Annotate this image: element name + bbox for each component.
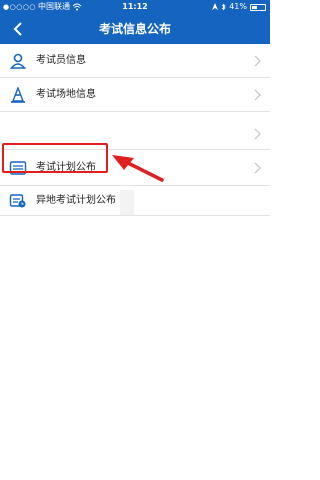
list-item-label: 异地考试计划公布 <box>36 195 116 206</box>
chevron-right-icon <box>254 162 261 174</box>
list-item-label: 考试员信息 <box>36 55 86 66</box>
app-header: ●○○○○ 中国联通 11:12 41% 考试信息公布 <box>0 0 270 44</box>
chevron-right-icon <box>254 89 261 101</box>
status-bar: ●○○○○ 中国联通 11:12 41% <box>0 0 270 14</box>
chevron-right-icon <box>254 55 261 67</box>
menu-list: 考试员信息 考试场地信息 考试计划公布 异地考试计划公布 <box>0 44 270 216</box>
battery-icon <box>250 3 266 11</box>
nav-bar: 考试信息公布 <box>0 14 270 44</box>
person-icon <box>9 53 27 69</box>
bluetooth-icon <box>221 3 226 11</box>
highlight-annotation-box <box>2 143 108 173</box>
list-item-venue-info[interactable]: 考试场地信息 <box>0 78 270 112</box>
calendar-remote-icon <box>9 194 26 208</box>
list-item-examiner-info[interactable]: 考试员信息 <box>0 44 270 78</box>
chevron-right-icon <box>254 128 261 140</box>
list-item-remote-exam-plan[interactable]: 异地考试计划公布 <box>0 186 270 216</box>
location-icon <box>212 3 219 10</box>
faint-divider <box>120 190 134 215</box>
list-item-label: 考试场地信息 <box>36 89 96 100</box>
page-title: 考试信息公布 <box>98 22 171 36</box>
battery-percent: 41% <box>229 2 247 11</box>
status-right: 41% <box>212 0 266 14</box>
battery-fill <box>252 5 257 9</box>
cone-icon <box>11 87 25 103</box>
red-arrow-icon <box>112 155 164 182</box>
